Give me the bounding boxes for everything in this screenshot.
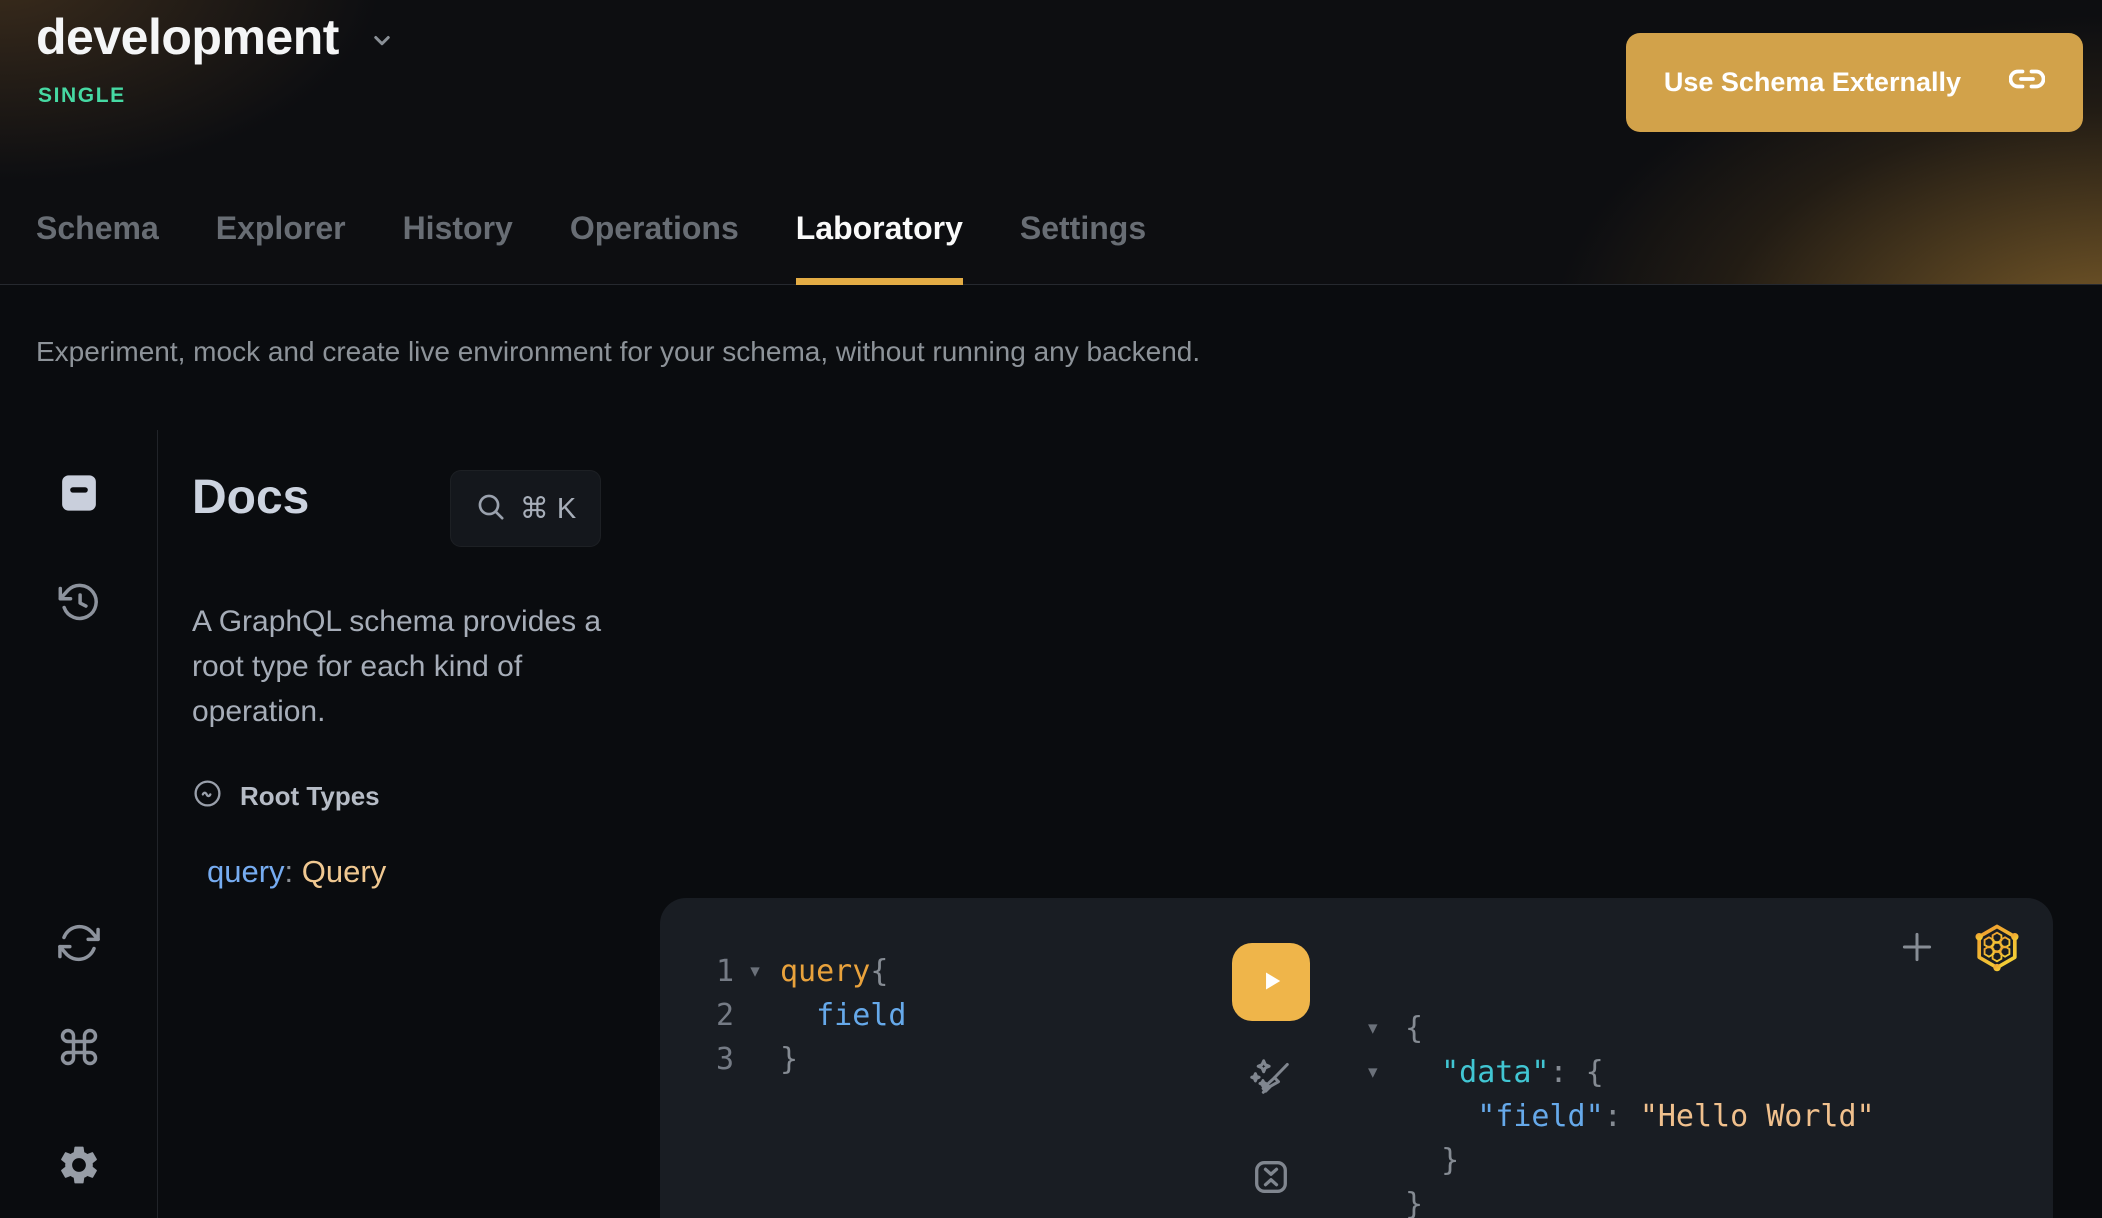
tab-explorer[interactable]: Explorer	[216, 210, 346, 285]
status-badge: SINGLE	[38, 84, 126, 108]
tab-operations[interactable]: Operations	[570, 210, 739, 285]
use-schema-externally-button[interactable]: Use Schema Externally	[1626, 33, 2083, 132]
play-icon	[1254, 964, 1288, 1001]
settings-gear-icon[interactable]	[56, 1142, 102, 1193]
header: development SINGLE Use Schema Externally…	[0, 0, 2102, 285]
laboratory-page: development SINGLE Use Schema Externally…	[0, 0, 2102, 1218]
fold-arrow-icon[interactable]: ▾	[1368, 1061, 1405, 1083]
root-type-query-link[interactable]: query: Query	[207, 854, 660, 890]
response-token: }	[1405, 1143, 1459, 1178]
response-line: }	[1368, 1182, 1875, 1218]
query-line: 3 }	[660, 1037, 906, 1081]
tab-bar: Schema Explorer History Operations Labor…	[36, 210, 1146, 285]
content: Docs ⌘ K A GraphQL schema provides a roo…	[0, 430, 2102, 1218]
response-viewer: ▾ { ▾ "data": { "field": "Hello World" }	[1368, 1006, 1875, 1218]
response-token: "field"	[1405, 1099, 1604, 1134]
docs-title: Docs	[192, 470, 309, 526]
history-clock-icon[interactable]	[57, 580, 101, 629]
link-icon	[2009, 61, 2045, 104]
response-token: {	[1405, 1011, 1423, 1046]
merge-fragments-icon[interactable]	[1249, 1155, 1293, 1204]
sync-arrows-icon[interactable]	[57, 921, 101, 970]
fold-arrow-icon[interactable]: ▾	[734, 960, 776, 982]
root-type-separator: :	[285, 854, 302, 889]
page-subtitle: Experiment, mock and create live environ…	[36, 336, 1200, 368]
query-editor[interactable]: 1 ▾ query{ 2 field 3 }	[660, 949, 906, 1081]
chevron-down-icon[interactable]	[367, 25, 397, 60]
query-line: 2 field	[660, 993, 906, 1037]
use-schema-externally-label: Use Schema Externally	[1664, 67, 1961, 98]
graphiql-panel: 1 ▾ query{ 2 field 3 }	[660, 898, 2053, 1218]
tab-settings[interactable]: Settings	[1020, 210, 1146, 285]
fold-arrow-icon[interactable]: ▾	[1368, 1017, 1405, 1039]
command-key-icon[interactable]	[57, 1025, 101, 1074]
line-number: 3	[660, 1042, 734, 1077]
tab-history[interactable]: History	[403, 210, 513, 285]
query-line: 1 ▾ query{	[660, 949, 906, 993]
response-token: "Hello World"	[1640, 1099, 1875, 1134]
prettify-broom-icon[interactable]	[1249, 1056, 1293, 1105]
response-token: :	[1604, 1099, 1640, 1134]
editor-toolbar	[1232, 943, 1310, 1218]
plus-icon	[1896, 956, 1938, 971]
line-number: 1	[660, 954, 734, 989]
docs-description: A GraphQL schema provides a root type fo…	[192, 599, 638, 734]
docs-book-icon[interactable]	[56, 470, 102, 521]
docs-pane: Docs ⌘ K A GraphQL schema provides a roo…	[158, 430, 660, 1218]
line-number: 2	[660, 998, 734, 1033]
sidebar	[0, 430, 158, 1218]
response-token: :	[1550, 1055, 1586, 1090]
response-token: }	[1405, 1187, 1423, 1218]
code-token: field	[780, 998, 906, 1033]
tab-schema[interactable]: Schema	[36, 210, 159, 285]
code-token: }	[780, 1042, 798, 1077]
search-icon	[475, 491, 507, 526]
add-tab-button[interactable]	[1896, 926, 1938, 971]
response-line: ▾ {	[1368, 1006, 1875, 1050]
response-token: "data"	[1405, 1055, 1550, 1090]
root-type-type: Query	[302, 854, 386, 889]
search-shortcut: ⌘ K	[520, 491, 576, 526]
hive-hexagon-logo-icon[interactable]	[1971, 921, 2023, 978]
root-types-heading: Root Types	[240, 781, 380, 812]
execute-query-button[interactable]	[1232, 943, 1310, 1021]
root-type-name: query	[207, 854, 285, 889]
docs-search-button[interactable]: ⌘ K	[450, 470, 601, 547]
response-line: ▾ "data": {	[1368, 1050, 1875, 1094]
page-title: development	[36, 8, 339, 66]
response-line: }	[1368, 1138, 1875, 1182]
code-token: {	[870, 954, 888, 989]
code-token: query	[780, 954, 870, 989]
response-line: "field": "Hello World"	[1368, 1094, 1875, 1138]
root-types-icon	[192, 778, 223, 814]
tab-laboratory[interactable]: Laboratory	[796, 210, 963, 285]
response-token: {	[1586, 1055, 1604, 1090]
